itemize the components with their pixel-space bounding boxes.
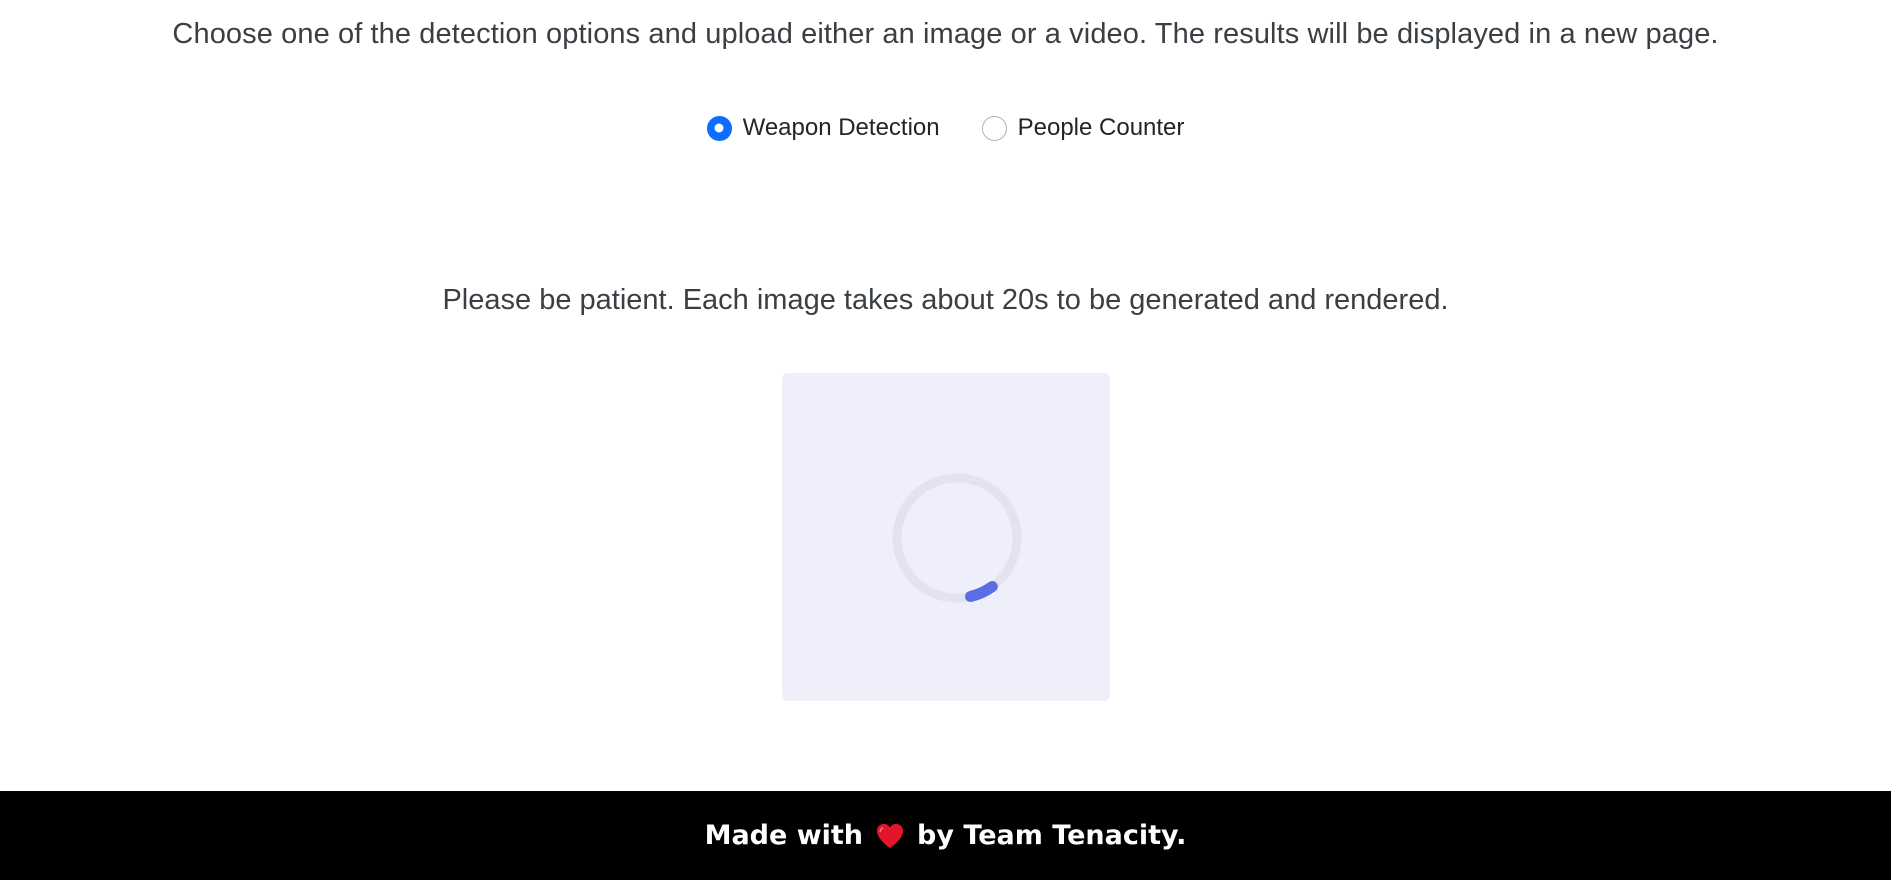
footer-prefix: Made with — [704, 820, 864, 851]
heart-icon — [875, 822, 905, 850]
radio-button-unchecked[interactable] — [981, 115, 1007, 141]
spinner-track — [892, 473, 1022, 603]
radio-people-counter[interactable]: People Counter — [981, 114, 1185, 142]
radio-weapon-detection[interactable]: Weapon Detection — [706, 114, 940, 142]
loading-spinner-icon — [892, 473, 1022, 603]
footer: Made with by Team Tenacity. — [0, 791, 1891, 880]
detection-options: Weapon Detection People Counter — [0, 114, 1891, 142]
footer-suffix: by Team Tenacity. — [917, 820, 1187, 851]
loader-panel — [782, 373, 1110, 701]
radio-label-weapon-detection: Weapon Detection — [742, 114, 940, 141]
intro-text: Choose one of the detection options and … — [172, 18, 1719, 50]
spinner-arc — [965, 581, 998, 602]
radio-button-checked[interactable] — [706, 115, 732, 141]
radio-label-people-counter: People Counter — [1017, 114, 1185, 141]
status-message: Please be patient. Each image takes abou… — [442, 284, 1449, 316]
page: Choose one of the detection options and … — [0, 0, 1891, 880]
